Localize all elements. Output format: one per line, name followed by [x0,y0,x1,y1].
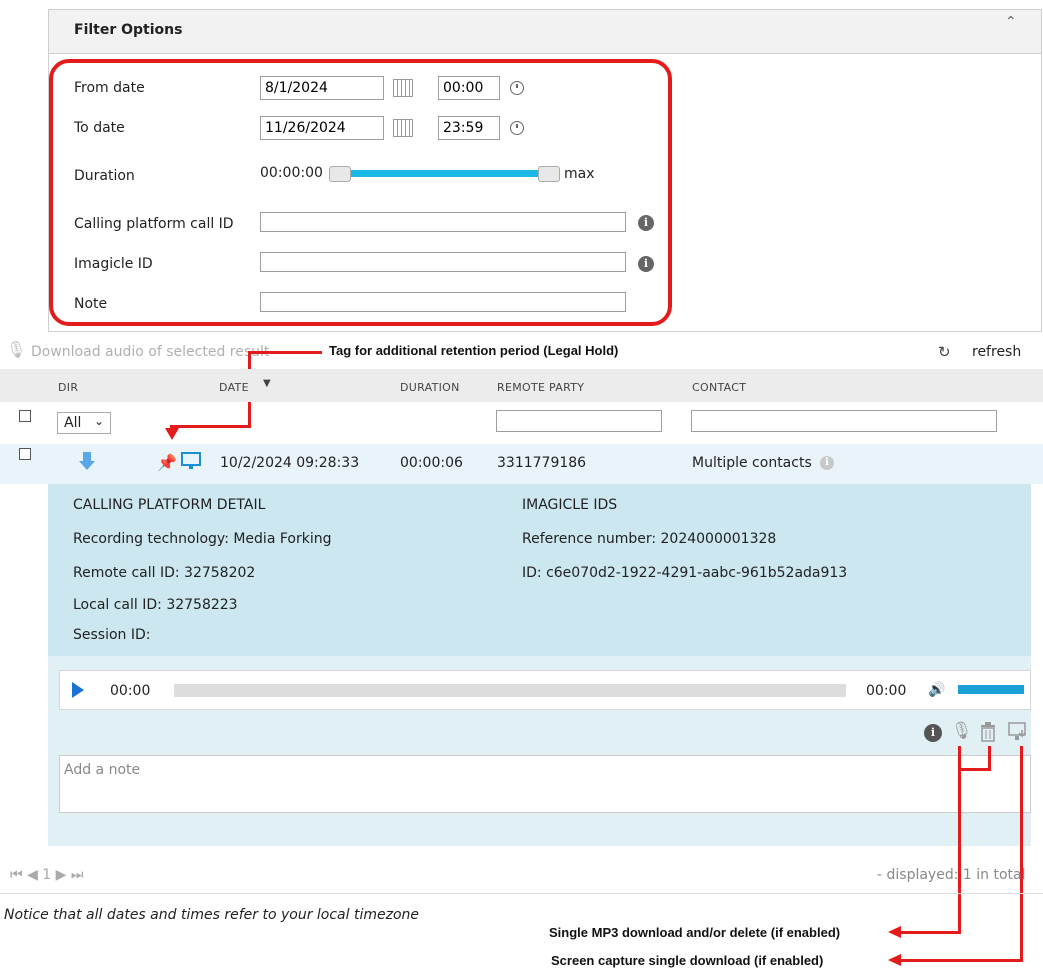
annotation-line [1020,746,1023,962]
calling-id-label: Calling platform call ID [74,216,234,232]
total-time: 00:00 [866,683,907,699]
from-time-input[interactable] [438,76,500,100]
row-contact[interactable]: Multiple contacts [692,455,812,471]
prev-page-icon[interactable]: ◀ [27,867,38,883]
to-date-label: To date [74,120,125,136]
last-page-icon[interactable]: ⏭ [71,867,84,883]
duration-slider-min-handle[interactable] [329,166,351,182]
incoming-call-icon [79,452,95,470]
from-date-input[interactable] [260,76,384,100]
local-call-id: Local call ID: 32758223 [73,597,238,613]
divider [0,893,1043,894]
download-selected-label[interactable]: Download audio of selected result [31,344,269,360]
imagicle-id-value: ID: c6e070d2-1922-4291-aabc-961b52ada913 [522,565,848,581]
filter-header[interactable] [48,9,1042,54]
duration-max-value: max [564,166,595,182]
timezone-notice: Notice that all dates and times refer to… [4,907,419,923]
col-duration[interactable]: DURATION [400,381,460,394]
imagicle-id-input[interactable] [260,252,626,272]
annotation-arrow [888,954,901,966]
annotation-line [900,931,961,934]
next-page-icon[interactable]: ▶ [56,867,67,883]
col-remote-party[interactable]: REMOTE PARTY [497,381,584,394]
clock-icon[interactable] [510,81,524,95]
annotation-line [248,351,322,354]
recording-technology: Recording technology: Media Forking [73,531,332,547]
refresh-button[interactable]: refresh [972,344,1021,360]
note-label: Note [74,296,108,312]
mp3-download-icon[interactable]: 🎙 [951,721,973,741]
contact-filter[interactable] [691,410,997,432]
info-icon[interactable]: i [638,256,654,272]
calendar-icon[interactable] [393,79,413,97]
sort-desc-icon[interactable]: ▼ [263,378,271,389]
annotation-legal-hold: Tag for additional retention period (Leg… [325,343,623,358]
pager: ⏮ ◀ 1 ▶ ⏭ [10,867,84,883]
remote-call-id: Remote call ID: 32758202 [73,565,256,581]
from-date-label: From date [74,80,145,96]
filter-title: Filter Options [74,22,183,38]
reference-number: Reference number: 2024000001328 [522,531,777,547]
row-checkbox[interactable] [19,448,31,460]
annotation-line [958,746,961,770]
row-date: 10/2/2024 09:28:33 [220,455,360,471]
annotation-arrow [888,926,901,938]
row-duration: 00:00:06 [400,455,463,471]
col-dir[interactable]: DIR [58,381,78,394]
select-all-checkbox[interactable] [19,410,31,422]
annotation-screen: Screen capture single download (if enabl… [551,953,824,968]
to-time-input[interactable] [438,116,500,140]
annotation-arrow [165,428,179,440]
calendar-icon[interactable] [393,119,413,137]
note-input[interactable] [260,292,626,312]
current-time: 00:00 [110,683,151,699]
chevron-down-icon: ⌄ [94,414,105,428]
session-id: Session ID: [73,627,151,643]
annotation-line [900,959,1023,962]
progress-bar[interactable] [174,684,846,697]
volume-icon[interactable]: 🔊 [928,682,945,698]
annotation-line [988,746,991,770]
duration-min-value: 00:00:00 [260,165,323,181]
pin-legal-hold-icon[interactable]: 📌 [157,453,177,472]
calling-platform-title: CALLING PLATFORM DETAIL [73,497,266,513]
collapse-chevron-icon[interactable]: ⌃ [1005,14,1017,30]
annotation-line [958,768,991,771]
play-icon[interactable] [72,682,84,698]
screen-capture-icon[interactable] [181,452,201,470]
info-icon[interactable]: i [820,456,834,470]
row-remote-party: 3311779186 [497,455,587,471]
annotation-line [958,768,961,933]
dir-filter-value: All [64,415,82,431]
refresh-icon[interactable]: ↻ [938,343,951,361]
clock-icon[interactable] [510,121,524,135]
first-page-icon[interactable]: ⏮ [10,867,23,883]
delete-trash-icon[interactable] [980,722,996,742]
annotation-mp3: Single MP3 download and/or delete (if en… [549,925,841,940]
col-contact[interactable]: CONTACT [692,381,746,394]
imagicle-ids-title: IMAGICLE IDS [522,497,618,513]
dir-filter-select[interactable]: All ⌄ [57,412,111,434]
info-icon[interactable]: i [924,724,942,742]
microphone-download-icon[interactable]: 🎙 [6,340,26,359]
duration-label: Duration [74,168,135,184]
duration-slider-track[interactable] [340,170,550,177]
displayed-count: - displayed: 1 in total [877,867,1026,883]
to-date-input[interactable] [260,116,384,140]
duration-slider-max-handle[interactable] [538,166,560,182]
calling-id-input[interactable] [260,212,626,232]
imagicle-id-label: Imagicle ID [74,256,153,272]
note-textarea[interactable]: Add a note [59,755,1031,813]
page-number: 1 [42,867,52,883]
screen-download-icon[interactable] [1008,722,1028,742]
info-icon[interactable]: i [638,215,654,231]
annotation-line [170,425,251,428]
remote-party-filter[interactable] [496,410,662,432]
col-date[interactable]: DATE [219,381,251,394]
volume-slider[interactable] [958,685,1024,694]
